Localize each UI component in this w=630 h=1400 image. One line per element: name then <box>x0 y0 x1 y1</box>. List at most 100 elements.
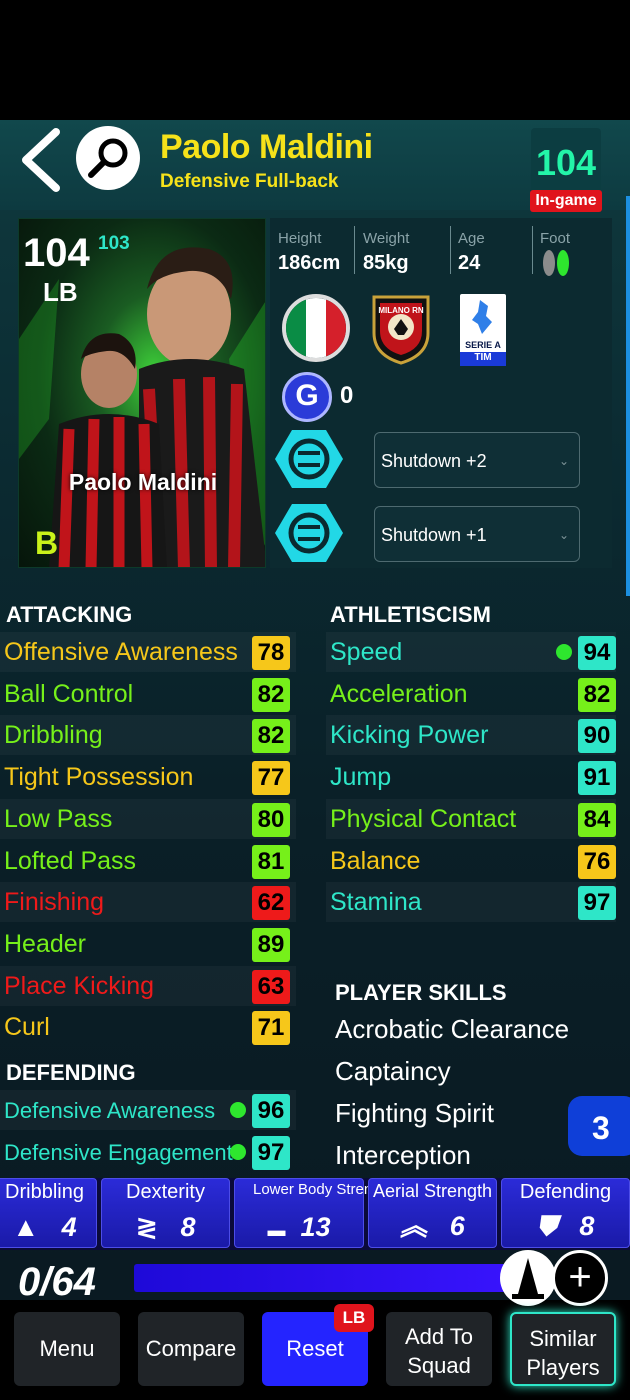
foot-icon <box>543 250 569 276</box>
progression-select-1[interactable]: Shutdown +2 ⌄ <box>374 432 580 488</box>
stat-label: Physical Contact <box>330 804 517 833</box>
in-game-badge: In-game <box>530 190 602 212</box>
category-value: 13 <box>300 1212 331 1242</box>
boost-dot-icon <box>230 1102 246 1118</box>
compare-button[interactable]: Compare <box>138 1312 244 1386</box>
progression-select-label: Shutdown +1 <box>381 525 487 545</box>
category-value-wrap: ▲ 4 <box>0 1212 96 1243</box>
category-value-wrap: ▬ 13 <box>235 1212 363 1243</box>
category-value: 8 <box>579 1211 595 1241</box>
stat-value: 82 <box>252 719 290 754</box>
stat-value: 96 <box>252 1094 290 1128</box>
stat-row: Header 89 <box>0 924 296 964</box>
category-value-wrap: ≷ 8 <box>102 1212 229 1243</box>
category-dribbling[interactable]: Dribbling ▲ 4 <box>0 1178 97 1248</box>
stat-label: Place Kicking <box>4 971 155 1000</box>
stat-row: Kicking Power 90 <box>326 715 616 755</box>
divider <box>450 226 451 274</box>
stat-value: 94 <box>578 636 616 670</box>
league-sponsor: TIM <box>460 352 506 366</box>
training-cone-button[interactable] <box>500 1250 556 1306</box>
player-skill-item: Captaincy <box>335 1056 451 1086</box>
category-value: 8 <box>180 1212 196 1242</box>
stat-row: Balance 76 <box>326 841 616 881</box>
category-value-wrap: ⛊ 8 <box>502 1211 629 1243</box>
stat-label: Curl <box>4 1013 50 1042</box>
stat-label: Header <box>4 929 86 958</box>
cone-icon: ▲ <box>12 1212 40 1242</box>
boost-dot-icon <box>230 1143 246 1160</box>
stat-row: Finishing 62 <box>0 882 296 922</box>
league-name: SERIE A <box>465 340 501 350</box>
stat-label: Kicking Power <box>330 721 489 750</box>
height-value: 186cm <box>278 252 341 274</box>
shield-icon: ⛊ <box>536 1211 557 1241</box>
gp-coin-icon: G <box>282 372 332 422</box>
gp-coin-value: 0 <box>340 382 354 409</box>
stat-value: 97 <box>252 1135 290 1170</box>
add-points-button[interactable]: + <box>552 1250 608 1306</box>
chevron-down-icon: ⌄ <box>558 454 569 468</box>
stat-row: Tight Possession 77 <box>0 757 296 797</box>
stat-value: 78 <box>252 636 290 670</box>
magnifier-icon <box>88 138 128 178</box>
player-skill-item: Fighting Spirit <box>335 1098 494 1128</box>
stat-label: Offensive Awareness <box>4 638 238 666</box>
divider <box>532 226 533 274</box>
scrollbar[interactable] <box>626 196 630 596</box>
stat-label: Defensive Awareness <box>4 1098 216 1123</box>
points-counter: 0/64 <box>18 1260 96 1304</box>
add-to-squad-button[interactable]: Add To Squad <box>386 1312 492 1386</box>
league-logo-icon: SERIE A TIM <box>460 294 506 366</box>
height-label: Height <box>278 230 322 247</box>
player-skill-item: Interception <box>335 1140 471 1170</box>
plus-icon: + <box>568 1255 592 1299</box>
player-detail-screen: Paolo Maldini Defensive Full-back 104 In… <box>0 0 630 1400</box>
button-label-line: Squad <box>407 1353 471 1378</box>
stat-label: Low Pass <box>4 804 113 833</box>
stat-label: Lofted Pass <box>4 846 137 875</box>
nationality-flag-icon <box>282 294 350 362</box>
more-skills-badge[interactable]: 3 <box>568 1096 630 1156</box>
player-role: Defensive Full-back <box>160 171 339 192</box>
stat-value: 97 <box>578 886 616 921</box>
stat-row: Place Kicking 63 <box>0 966 296 1006</box>
foot-label: Foot <box>540 230 571 247</box>
category-label: Dexterity <box>126 1181 205 1203</box>
stat-label: Dribbling <box>4 721 103 750</box>
overall-rating: 104 <box>535 142 597 183</box>
weight-value: 85kg <box>363 252 409 274</box>
category-value: 6 <box>449 1211 465 1241</box>
age-label: Age <box>458 230 485 247</box>
stat-label: Balance <box>330 846 421 875</box>
stat-row: Ball Control 82 <box>0 674 296 714</box>
back-arrow-icon[interactable] <box>18 128 66 192</box>
card-overall-alt: 103 <box>98 233 130 254</box>
boost-dot-icon <box>556 644 572 660</box>
category-defending[interactable]: Defending ⛊ 8 <box>501 1178 630 1248</box>
stat-label: Tight Possession <box>4 763 194 792</box>
search-button[interactable] <box>76 126 140 190</box>
reset-shortcut-tag: LB <box>334 1304 374 1332</box>
stat-value: 84 <box>578 802 616 837</box>
stat-row: Acceleration 82 <box>326 674 616 714</box>
progression-select-2[interactable]: Shutdown +1 ⌄ <box>374 506 580 562</box>
stat-row: Jump 91 <box>326 757 616 797</box>
category-lower-body-strength[interactable]: Lower Body Strength ▬ 13 <box>234 1178 393 1248</box>
stat-label: Ball Control <box>4 679 134 708</box>
button-label-line: Similar <box>529 1326 597 1351</box>
club-crest-icon <box>370 293 432 365</box>
category-dexterity[interactable]: Dexterity ≷ 8 <box>101 1178 230 1248</box>
category-label: Dribbling <box>5 1181 84 1203</box>
card-position: LB <box>43 277 78 307</box>
category-value-wrap: ︽ 6 <box>369 1204 496 1243</box>
attacking-title: ATTACKING <box>6 602 133 627</box>
stat-label: Acceleration <box>330 679 468 708</box>
similar-players-button[interactable]: Similar Players <box>510 1312 616 1386</box>
stat-label: Stamina <box>330 888 422 917</box>
category-aerial-strength[interactable]: Aerial Strength ︽ 6 <box>368 1178 497 1248</box>
menu-button[interactable]: Menu <box>14 1312 120 1386</box>
stat-row: Defensive Engagement 97 <box>0 1132 296 1172</box>
stat-label: Defensive Engagement <box>4 1139 233 1165</box>
category-label: Defending <box>519 1181 612 1203</box>
